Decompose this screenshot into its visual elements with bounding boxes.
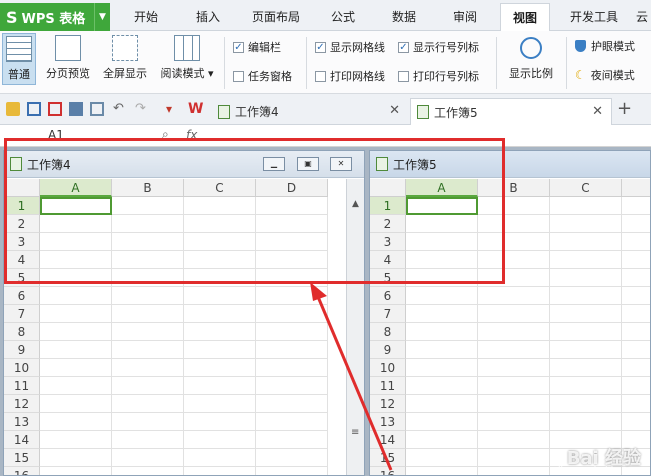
watermark-url: jingyan.baidu.com [557, 466, 641, 476]
annotation-arrow [310, 282, 393, 471]
